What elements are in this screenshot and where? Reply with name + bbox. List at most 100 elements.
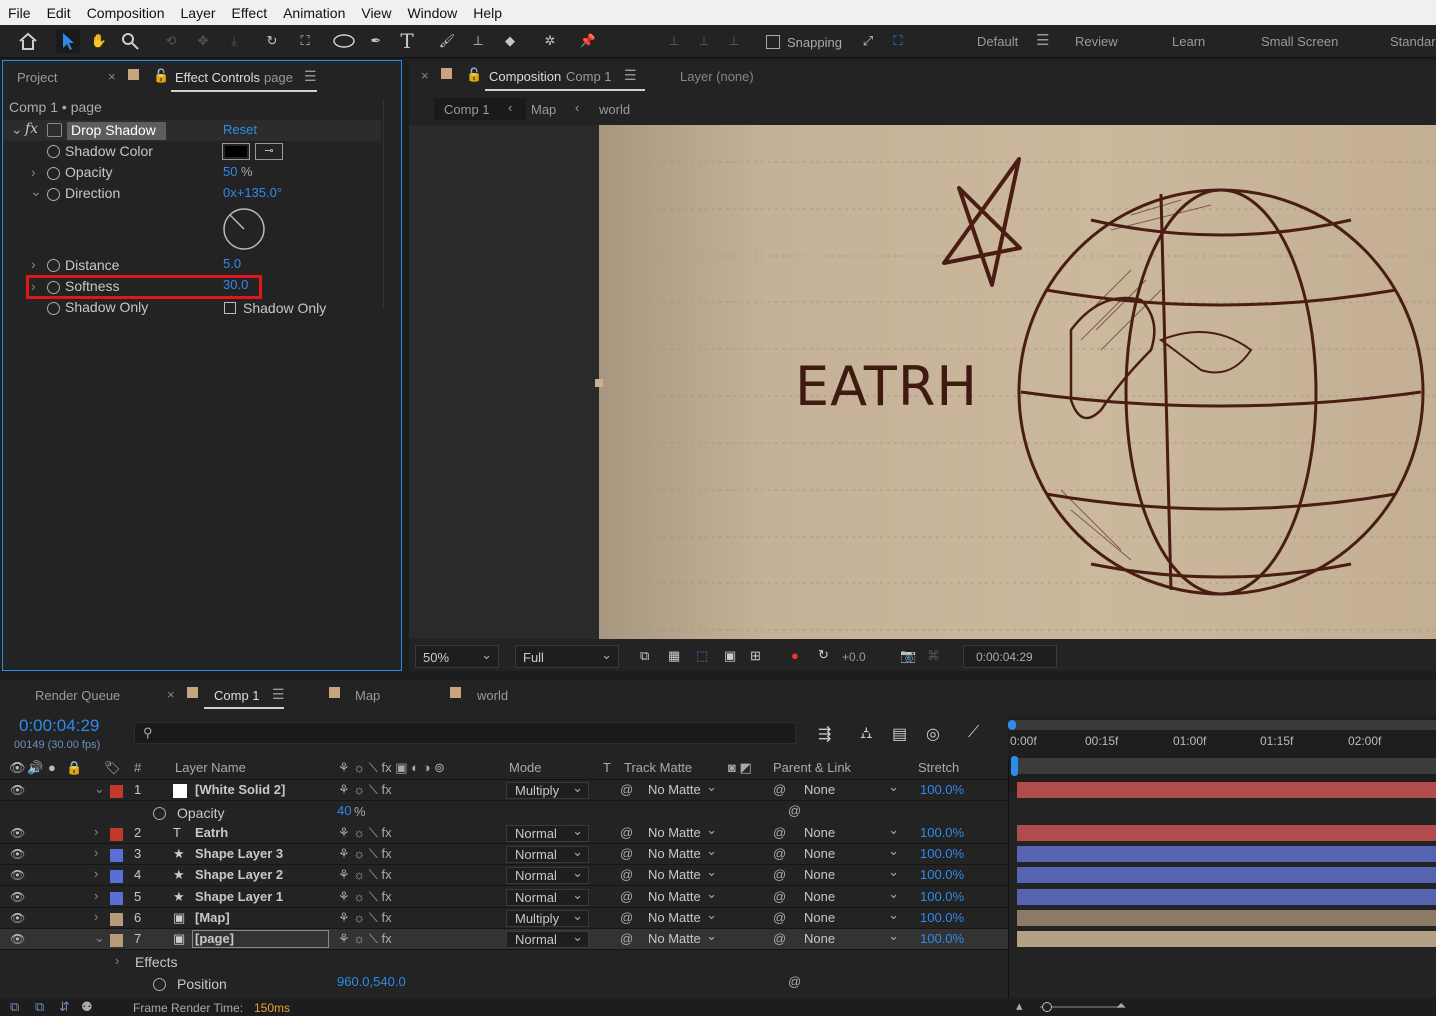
layer-search-input[interactable]: ⚲ <box>134 722 796 744</box>
solo-icon[interactable]: ● <box>48 760 56 775</box>
stopwatch-icon[interactable] <box>47 188 60 201</box>
workspace-learn[interactable]: Learn <box>1172 34 1205 49</box>
world-axis-icon[interactable]: ⟂ <box>692 29 716 53</box>
map-timeline-tab[interactable]: Map <box>355 688 380 703</box>
effect-name[interactable]: Drop Shadow <box>71 122 156 138</box>
chevron-right-icon[interactable]: › <box>31 256 36 272</box>
distance-value[interactable]: 5.0 <box>223 256 241 271</box>
layer-switches-icons[interactable]: ⚘ ☼ ⟍ fx <box>338 846 392 862</box>
selection-tool-icon[interactable] <box>56 29 80 53</box>
direction-dial[interactable] <box>222 207 266 251</box>
parent-pickwhip-icon[interactable]: @ <box>773 825 786 840</box>
time-ruler-area[interactable]: 0:00f 00:15f 01:00f 01:15f 02:00f <box>1008 716 1436 792</box>
viewer-timecode[interactable]: 0:00:04:29 <box>963 645 1057 668</box>
stopwatch-icon[interactable] <box>153 807 166 820</box>
zoom-out-icon[interactable]: ▴ <box>1016 998 1023 1014</box>
close-icon[interactable]: × <box>421 68 429 83</box>
zoom-slider-handle[interactable] <box>1042 1002 1052 1012</box>
menu-edit[interactable]: Edit <box>39 5 79 21</box>
pickwhip-icon[interactable]: @ <box>788 803 801 818</box>
video-eye-icon[interactable]: 👁 <box>9 760 26 776</box>
composition-tab-name[interactable]: Comp 1 <box>566 69 612 84</box>
pickwhip-icon[interactable]: @ <box>620 910 633 925</box>
track-matte-select[interactable]: No Matte <box>640 928 722 948</box>
workspace-standard[interactable]: Standar <box>1390 34 1436 49</box>
menu-composition[interactable]: Composition <box>79 5 173 21</box>
layer-name[interactable]: Shape Layer 3 <box>195 846 283 861</box>
brush-tool-icon[interactable]: 🖌 <box>435 29 459 53</box>
zoom-slider[interactable] <box>1040 1006 1120 1008</box>
menu-view[interactable]: View <box>353 5 399 21</box>
pickwhip-icon[interactable]: @ <box>620 931 633 946</box>
dolly-tool-icon[interactable]: ⤓ <box>222 29 246 53</box>
transparency-grid-icon[interactable]: ▦ <box>668 648 680 664</box>
stretch-value[interactable]: 100.0% <box>920 846 964 861</box>
layer-label-color[interactable] <box>110 934 123 947</box>
pickwhip-icon[interactable]: @ <box>620 846 633 861</box>
effect-controls-tab[interactable]: Effect Controls <box>175 70 260 85</box>
layer-label-color[interactable] <box>110 849 123 862</box>
snapping-checkbox[interactable] <box>766 35 780 49</box>
chevron-right-icon[interactable]: › <box>94 888 98 903</box>
fast-previews-icon[interactable]: ⧉ <box>640 648 649 664</box>
blend-mode-select[interactable]: Normal <box>506 929 589 948</box>
layer-name[interactable]: Shape Layer 2 <box>195 867 283 882</box>
crumb-world[interactable]: world <box>599 102 630 117</box>
menu-help[interactable]: Help <box>465 5 510 21</box>
layer-switches-icons[interactable]: ⚘ ☼ ⟍ fx <box>338 782 392 798</box>
zoom-tool-icon[interactable] <box>118 29 142 53</box>
type-tool-icon[interactable]: T <box>395 29 419 53</box>
visibility-eye-icon[interactable]: 👁 <box>10 868 25 882</box>
blend-mode-select[interactable]: Normal <box>506 865 589 884</box>
pickwhip-icon[interactable]: @ <box>620 889 633 904</box>
hand-tool-icon[interactable]: ✋ <box>87 29 111 53</box>
position-property-value[interactable]: 960.0,540.0 <box>337 974 406 989</box>
stopwatch-icon[interactable] <box>153 978 166 991</box>
menu-effect[interactable]: Effect <box>224 5 276 21</box>
layer-row[interactable]: 👁 › 6 ▣ [Map] ⚘ ☼ ⟍ fx Multiply @ No Mat… <box>0 907 1436 929</box>
comp-canvas[interactable]: EATRH <box>599 125 1436 639</box>
toggle-switches-icon[interactable]: ⧉ <box>10 999 19 1015</box>
opacity-property-value[interactable]: 40 <box>337 803 351 818</box>
visibility-eye-icon[interactable]: 👁 <box>10 826 25 840</box>
panel-menu-icon[interactable]: ☰ <box>304 68 317 85</box>
pickwhip-icon[interactable]: @ <box>788 974 801 989</box>
frame-blending-icon[interactable]: ▤ <box>892 724 907 744</box>
layer-duration-bar[interactable] <box>1017 782 1436 798</box>
close-icon[interactable]: × <box>108 69 116 84</box>
effect-controls-target[interactable]: page <box>264 70 293 85</box>
playhead[interactable] <box>1011 756 1018 776</box>
chevron-down-icon[interactable]: ⌄ <box>11 121 23 138</box>
opacity-value[interactable]: 50 <box>223 164 237 179</box>
visibility-eye-icon[interactable]: 👁 <box>10 783 25 797</box>
graph-editor-icon[interactable]: ⟋ <box>968 724 979 742</box>
reset-link[interactable]: Reset <box>223 122 257 137</box>
layer-name-header[interactable]: Layer Name <box>175 760 246 775</box>
layer-label-color[interactable] <box>110 913 123 926</box>
stopwatch-icon[interactable] <box>47 302 60 315</box>
chevron-down-icon[interactable]: ⌄ <box>30 183 42 200</box>
shadow-color-swatch[interactable] <box>222 143 250 160</box>
parent-select[interactable]: None <box>796 822 904 842</box>
parent-select[interactable]: None <box>796 928 904 948</box>
layer-label-color[interactable] <box>110 892 123 905</box>
snap-edges-icon[interactable]: ⤢ <box>856 29 880 53</box>
chevron-right-icon[interactable]: › <box>94 866 98 881</box>
toggle-modes-icon[interactable]: ⧉ <box>35 999 44 1015</box>
stretch-value[interactable]: 100.0% <box>920 825 964 840</box>
layer-row[interactable]: 👁 ⌄ 1 [White Solid 2] ⚘ ☼ ⟍ fx Multiply … <box>0 779 1436 801</box>
layer-duration-bar[interactable] <box>1017 889 1436 905</box>
chevron-right-icon[interactable]: › <box>115 953 119 968</box>
snapshot-camera-icon[interactable]: 📷 <box>900 648 916 664</box>
direction-value[interactable]: 0x+135.0° <box>223 185 282 200</box>
close-icon[interactable]: × <box>167 687 175 702</box>
pan-behind-tool-icon[interactable]: ⛶ <box>293 29 317 53</box>
track-matte-select[interactable]: No Matte <box>640 864 722 884</box>
layer-name[interactable]: Eatrh <box>195 825 228 840</box>
world-timeline-tab[interactable]: world <box>477 688 508 703</box>
layer-switches-icons[interactable]: ⚘ ☼ ⟍ fx <box>338 931 392 947</box>
layer-row[interactable]: 👁 › 3 ★ Shape Layer 3 ⚘ ☼ ⟍ fx Normal @ … <box>0 843 1436 865</box>
zoom-select[interactable]: 50% ⌄ <box>415 645 499 668</box>
parent-select[interactable]: None <box>796 864 904 884</box>
clone-stamp-tool-icon[interactable]: ⊥ <box>466 29 490 53</box>
